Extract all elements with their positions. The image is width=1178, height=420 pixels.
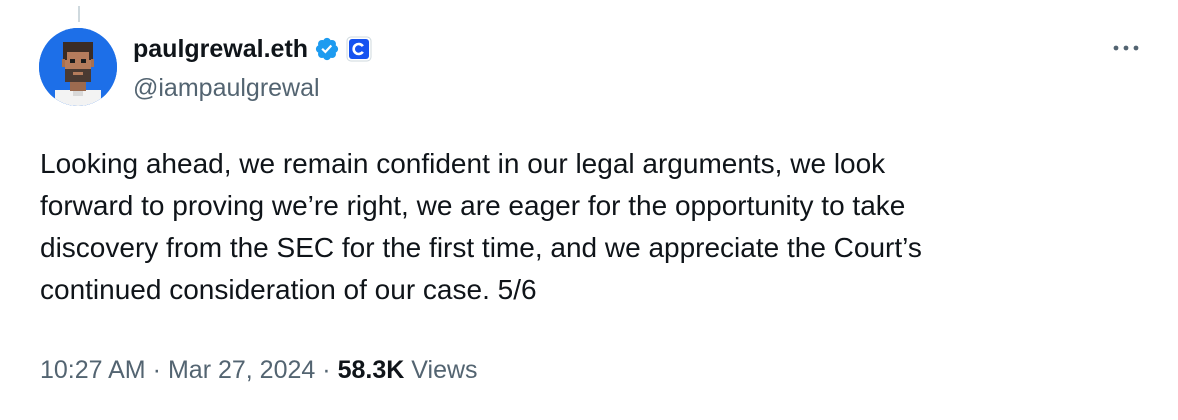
more-options-button[interactable] bbox=[1109, 38, 1143, 58]
views-label bbox=[404, 356, 411, 385]
author-handle[interactable]: @iampaulgrewal bbox=[133, 74, 320, 103]
tweet-time[interactable]: 10:27 AM bbox=[40, 356, 146, 385]
meta-separator: · bbox=[322, 356, 331, 384]
coinbase-logo-icon[interactable] bbox=[346, 36, 372, 62]
more-dots-icon bbox=[1113, 45, 1139, 51]
verified-badge-icon[interactable] bbox=[314, 36, 340, 62]
views-label-text[interactable]: Views bbox=[411, 356, 477, 385]
pixel-art-avatar-icon bbox=[39, 28, 117, 106]
tweet-meta-row: 10:27 AM · Mar 27, 2024 · 58.3K Views bbox=[40, 356, 478, 385]
thread-connector-line bbox=[78, 6, 80, 22]
views-count[interactable]: 58.3K bbox=[338, 356, 405, 385]
meta-separator: · bbox=[152, 356, 161, 384]
avatar[interactable] bbox=[39, 28, 117, 106]
tweet-text: Looking ahead, we remain confident in ou… bbox=[40, 148, 922, 305]
tweet-date[interactable]: Mar 27, 2024 bbox=[168, 356, 315, 385]
author-display-name[interactable]: paulgrewal.eth bbox=[133, 35, 308, 64]
author-name-row: paulgrewal.eth bbox=[133, 33, 372, 65]
